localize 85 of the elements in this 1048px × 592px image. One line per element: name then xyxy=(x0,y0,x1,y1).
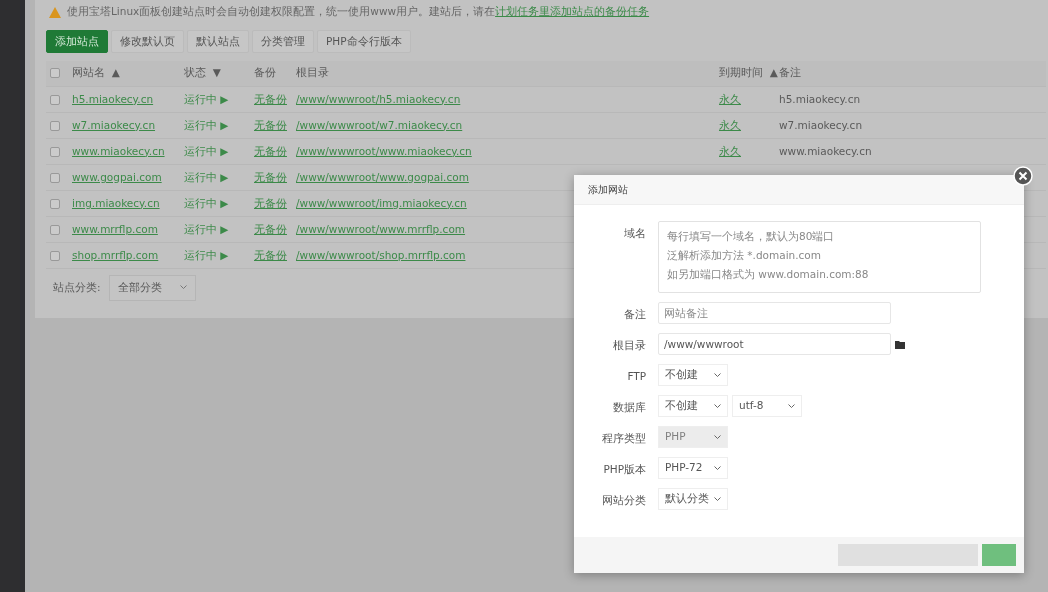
filter-label: 站点分类: xyxy=(53,280,101,296)
root-dir-input[interactable]: /www/wwwroot xyxy=(658,333,891,355)
site-link[interactable]: w7.miaokecy.cn xyxy=(72,118,156,131)
backup-link[interactable]: 无备份 xyxy=(254,144,287,157)
field-label: 备注 xyxy=(623,307,646,322)
root-path-link[interactable]: /www/wwwroot/www.miaokecy.cn xyxy=(296,144,472,157)
root-path-link[interactable]: /www/wwwroot/w7.miaokecy.cn xyxy=(296,118,463,131)
domain-textarea[interactable]: 每行填写一个域名，默认为80端口 泛解析添加方法 *.domain.com 如另加端口格式为 www.domain.com:88 xyxy=(658,221,981,293)
notice-text: 使用宝塔Linux面板创建站点时会自动创建权限配置，统一使用www用户。建站后，请在计划任务里添加站点的备份任务 xyxy=(67,4,650,20)
status-toggle[interactable]: 运行中 ▶ xyxy=(184,222,229,235)
warning-icon xyxy=(49,6,61,18)
remark-text: www.miaokecy.cn xyxy=(779,144,872,157)
task-link[interactable]: 计划任务里添加站点的备份任务 xyxy=(495,5,650,18)
column-header: 根目录 xyxy=(296,66,329,79)
expiry-link[interactable]: 永久 xyxy=(719,144,741,157)
column-header[interactable]: 状态 ▼ xyxy=(184,66,221,79)
field-label: 数据库 xyxy=(612,400,646,415)
site-link[interactable]: www.miaokecy.cn xyxy=(72,144,165,157)
site-link[interactable]: h5.miaokecy.cn xyxy=(72,92,154,105)
status-toggle[interactable]: 运行中 ▶ xyxy=(184,118,229,131)
root-path-link[interactable]: /www/wwwroot/h5.miaokecy.cn xyxy=(296,92,461,105)
row-checkbox[interactable] xyxy=(50,94,60,105)
column-header: 备份 xyxy=(254,66,276,79)
backup-link[interactable]: 无备份 xyxy=(254,196,287,209)
folder-icon[interactable] xyxy=(895,339,906,349)
chevron-icon xyxy=(714,496,721,502)
select-field: PHP xyxy=(658,426,728,448)
select-field[interactable]: 不创建 xyxy=(658,395,728,417)
status-toggle[interactable]: 运行中 ▶ xyxy=(184,170,229,183)
row-checkbox[interactable] xyxy=(50,172,60,183)
field-label: 根目录 xyxy=(612,338,646,353)
remark-text: h5.miaokecy.cn xyxy=(779,92,861,105)
status-toggle[interactable]: 运行中 ▶ xyxy=(184,144,229,157)
toolbar-button[interactable]: 默认站点 xyxy=(187,30,249,53)
expiry-link[interactable]: 永久 xyxy=(719,118,741,131)
chevron-icon xyxy=(788,403,795,409)
chevron-icon xyxy=(179,285,187,291)
site-link[interactable]: shop.mrrflp.com xyxy=(72,248,159,261)
row-checkbox[interactable] xyxy=(50,250,60,261)
field-label: 网站分类 xyxy=(601,493,646,508)
field-label: FTP xyxy=(626,369,646,384)
select-field[interactable]: PHP-72 xyxy=(658,457,728,479)
row-checkbox[interactable] xyxy=(50,146,60,157)
toolbar-button[interactable]: 分类管理 xyxy=(252,30,314,53)
column-header[interactable]: 网站名 ▲ xyxy=(72,66,120,79)
column-header: 备注 xyxy=(779,66,801,79)
root-path-link[interactable]: /www/wwwroot/www.gogpai.com xyxy=(296,170,469,183)
row-checkbox[interactable] xyxy=(50,224,60,235)
backup-link[interactable]: 无备份 xyxy=(254,248,287,261)
remark-text: w7.miaokecy.cn xyxy=(779,118,863,131)
dialog-title: 添加网站 xyxy=(574,175,1024,205)
toolbar-button[interactable]: PHP命令行版本 xyxy=(317,30,411,53)
row-checkbox[interactable] xyxy=(50,198,60,209)
add-site-button[interactable]: 添加站点 xyxy=(46,30,108,53)
toolbar-button[interactable]: 修改默认页 xyxy=(111,30,184,53)
field-label: PHP版本 xyxy=(602,462,646,477)
root-path-link[interactable]: /www/wwwroot/shop.mrrflp.com xyxy=(296,248,466,261)
status-toggle[interactable]: 运行中 ▶ xyxy=(184,248,229,261)
category-select[interactable]: 全部分类 xyxy=(108,275,196,301)
select-all-checkbox[interactable] xyxy=(50,68,60,79)
chevron-icon xyxy=(714,434,721,440)
site-link[interactable]: www.gogpai.com xyxy=(72,170,162,183)
expiry-link[interactable]: 永久 xyxy=(719,92,741,105)
root-path-link[interactable]: /www/wwwroot/img.miaokecy.cn xyxy=(296,196,467,209)
backup-link[interactable]: 无备份 xyxy=(254,118,287,131)
select-field[interactable]: 不创建 xyxy=(658,364,728,386)
backup-link[interactable]: 无备份 xyxy=(254,92,287,105)
remark-input[interactable]: 网站备注 xyxy=(658,302,891,324)
close-icon[interactable] xyxy=(1013,166,1033,186)
chevron-icon xyxy=(714,465,721,471)
site-link[interactable]: img.miaokecy.cn xyxy=(72,196,160,209)
status-toggle[interactable]: 运行中 ▶ xyxy=(184,92,229,105)
chevron-icon xyxy=(714,403,721,409)
field-label: 程序类型 xyxy=(601,431,646,446)
column-header[interactable]: 到期时间 ▲ xyxy=(719,66,778,79)
backup-link[interactable]: 无备份 xyxy=(254,170,287,183)
row-checkbox[interactable] xyxy=(50,120,60,131)
select-field[interactable]: 默认分类 xyxy=(658,488,728,510)
root-path-link[interactable]: /www/wwwroot/www.mrrflp.com xyxy=(296,222,466,235)
backup-link[interactable]: 无备份 xyxy=(254,222,287,235)
site-link[interactable]: www.mrrflp.com xyxy=(72,222,158,235)
chevron-icon xyxy=(714,372,721,378)
status-toggle[interactable]: 运行中 ▶ xyxy=(184,196,229,209)
field-label: 域名 xyxy=(623,226,646,241)
select-field[interactable]: utf-8 xyxy=(732,395,802,417)
